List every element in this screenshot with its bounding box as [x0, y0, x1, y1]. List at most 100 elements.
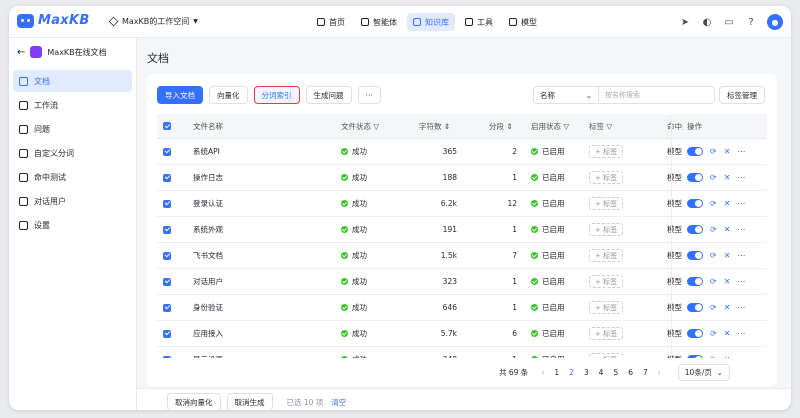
nav-models[interactable]: 模型	[503, 13, 543, 31]
header-tags[interactable]: 标签 ▽	[589, 114, 612, 138]
settings-icon[interactable]: ✕	[724, 329, 731, 338]
more-icon[interactable]: ⋯	[737, 303, 745, 312]
nav-agent[interactable]: 智能体	[355, 13, 403, 31]
add-tag-button[interactable]: + 标签	[589, 249, 624, 262]
sync-icon[interactable]: ⟳	[710, 147, 717, 156]
table-row[interactable]: 系统外观 成功 191 1 已启用 + 标签 模型 ⟳ ✕ ⋯	[157, 217, 767, 243]
row-name[interactable]: 对话用户	[193, 269, 223, 294]
header-chars[interactable]: 字符数 ⇕	[419, 114, 450, 138]
table-row[interactable]: 身份验证 成功 646 1 已启用 + 标签 模型 ⟳ ✕ ⋯	[157, 295, 767, 321]
row-checkbox[interactable]	[163, 295, 171, 320]
more-icon[interactable]: ⋯	[737, 173, 745, 182]
enable-toggle[interactable]	[687, 173, 703, 182]
nav-knowledge[interactable]: 知识库	[407, 13, 455, 31]
settings-icon[interactable]: ✕	[724, 173, 731, 182]
sidebar-item-chat-users[interactable]: 对话用户	[13, 190, 132, 212]
sync-icon[interactable]: ⟳	[710, 251, 717, 260]
row-tag[interactable]: + 标签	[589, 243, 624, 268]
table-row[interactable]: 显示设置 成功 248 1 已启用 + 标签 模型 ⟳ ✕ ⋯	[157, 347, 767, 358]
add-tag-button[interactable]: + 标签	[589, 327, 624, 340]
more-icon[interactable]: ⋯	[737, 199, 745, 208]
table-row[interactable]: 应用接入 成功 5.7k 6 已启用 + 标签 模型 ⟳ ✕ ⋯	[157, 321, 767, 347]
page-7[interactable]: 7	[643, 368, 648, 377]
row-tag[interactable]: + 标签	[589, 217, 624, 242]
enable-toggle[interactable]	[687, 277, 703, 286]
add-tag-button[interactable]: + 标签	[589, 171, 624, 184]
sidebar-item-custom-segment[interactable]: 自定义分词	[13, 142, 132, 164]
github-icon[interactable]: ◐	[699, 14, 715, 30]
row-checkbox[interactable]	[163, 321, 171, 346]
enable-toggle[interactable]	[687, 303, 703, 312]
more-actions-button[interactable]: ···	[357, 86, 381, 104]
row-name[interactable]: 显示设置	[193, 347, 223, 358]
settings-icon[interactable]: ✕	[724, 147, 731, 156]
vectorize-button[interactable]: 向量化	[209, 86, 248, 104]
row-tag[interactable]: + 标签	[589, 191, 624, 216]
page-4[interactable]: 4	[599, 368, 604, 377]
row-checkbox[interactable]	[163, 269, 171, 294]
more-icon[interactable]: ⋯	[737, 147, 745, 156]
logo[interactable]: MaxKB	[17, 13, 90, 28]
table-row[interactable]: 系统API 成功 365 2 已启用 + 标签 模型 ⟳ ✕ ⋯	[157, 139, 767, 165]
cancel-generate-button[interactable]: 取消生成	[226, 393, 273, 410]
prev-page-icon[interactable]: ‹	[541, 368, 544, 377]
table-row[interactable]: 操作日志 成功 188 1 已启用 + 标签 模型 ⟳ ✕ ⋯	[157, 165, 767, 191]
row-checkbox[interactable]	[163, 347, 171, 358]
sidebar-item-questions[interactable]: 问题	[13, 118, 132, 140]
page-2[interactable]: 2	[569, 368, 574, 377]
settings-icon[interactable]: ✕	[724, 199, 731, 208]
enable-toggle[interactable]	[687, 147, 703, 156]
row-checkbox[interactable]	[163, 165, 171, 190]
enable-toggle[interactable]	[687, 225, 703, 234]
row-name[interactable]: 操作日志	[193, 165, 223, 190]
row-name[interactable]: 飞书文档	[193, 243, 223, 268]
settings-icon[interactable]: ✕	[724, 355, 731, 358]
select-all-checkbox[interactable]	[163, 114, 171, 138]
help-icon[interactable]: ?	[743, 14, 759, 30]
settings-icon[interactable]: ✕	[724, 251, 731, 260]
avatar[interactable]: ●	[767, 14, 783, 30]
sidebar-item-hit-test[interactable]: 命中测试	[13, 166, 132, 188]
filter-field-select[interactable]: 名称 ⌄	[533, 86, 599, 104]
row-tag[interactable]: + 标签	[589, 165, 624, 190]
add-tag-button[interactable]: + 标签	[589, 223, 624, 236]
cancel-vectorize-button[interactable]: 取消向量化	[167, 393, 221, 410]
row-checkbox[interactable]	[163, 243, 171, 268]
import-document-button[interactable]: 导入文档	[157, 86, 203, 104]
send-icon[interactable]: ➤	[677, 14, 693, 30]
workspace-switcher[interactable]: MaxKB的工作空间 ▼	[108, 16, 198, 27]
more-icon[interactable]: ⋯	[737, 329, 745, 338]
page-1[interactable]: 1	[554, 368, 559, 377]
search-input[interactable]	[599, 86, 715, 104]
page-3[interactable]: 3	[584, 368, 589, 377]
row-name[interactable]: 应用接入	[193, 321, 223, 346]
row-tag[interactable]: + 标签	[589, 269, 624, 294]
back-to-knowledge[interactable]: ← MaxKB在线文档	[17, 46, 107, 58]
more-icon[interactable]: ⋯	[737, 355, 745, 358]
enable-toggle[interactable]	[687, 251, 703, 260]
row-checkbox[interactable]	[163, 139, 171, 164]
enable-toggle[interactable]	[687, 199, 703, 208]
back-arrow-icon[interactable]: ←	[17, 47, 25, 58]
sidebar-item-settings[interactable]: 设置	[13, 214, 132, 236]
generate-questions-button[interactable]: 生成问题	[305, 86, 352, 104]
add-tag-button[interactable]: + 标签	[589, 275, 624, 288]
table-row[interactable]: 飞书文档 成功 1.5k 7 已启用 + 标签 模型 ⟳ ✕ ⋯	[157, 243, 767, 269]
sidebar-item-workflow[interactable]: 工作流	[13, 94, 132, 116]
row-name[interactable]: 系统API	[193, 139, 220, 164]
add-tag-button[interactable]: + 标签	[589, 197, 624, 210]
sync-icon[interactable]: ⟳	[710, 225, 717, 234]
more-icon[interactable]: ⋯	[737, 277, 745, 286]
segment-index-button[interactable]: 分词索引	[253, 86, 300, 104]
settings-icon[interactable]: ✕	[724, 225, 731, 234]
add-tag-button[interactable]: + 标签	[589, 301, 624, 314]
page-6[interactable]: 6	[628, 368, 633, 377]
sync-icon[interactable]: ⟳	[710, 277, 717, 286]
table-row[interactable]: 对话用户 成功 323 1 已启用 + 标签 模型 ⟳ ✕ ⋯	[157, 269, 767, 295]
header-enable[interactable]: 启用状态 ▽	[531, 114, 569, 138]
row-checkbox[interactable]	[163, 191, 171, 216]
row-tag[interactable]: + 标签	[589, 321, 624, 346]
sync-icon[interactable]: ⟳	[710, 303, 717, 312]
sync-icon[interactable]: ⟳	[710, 329, 717, 338]
clear-selection-link[interactable]: 清空	[331, 397, 346, 408]
